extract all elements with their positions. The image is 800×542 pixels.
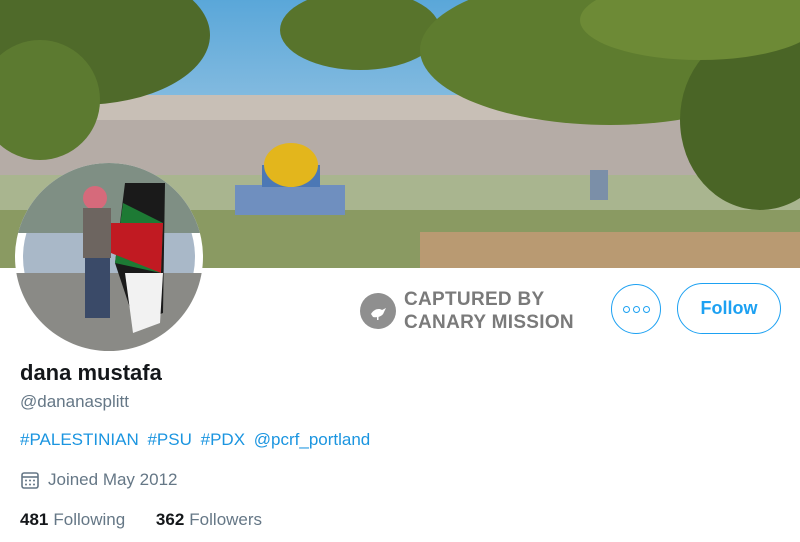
hashtag-link[interactable]: #PALESTINIAN bbox=[20, 430, 139, 449]
followers-label: Followers bbox=[189, 510, 263, 529]
canary-bird-icon bbox=[360, 293, 396, 329]
more-options-icon bbox=[622, 305, 630, 313]
hashtag-link[interactable]: #PSU bbox=[147, 430, 191, 449]
follow-button[interactable]: Follow bbox=[677, 283, 781, 334]
more-options-button[interactable] bbox=[611, 284, 661, 334]
calendar-icon bbox=[21, 472, 39, 489]
watermark-line2: CANARY MISSION bbox=[404, 312, 574, 333]
watermark-line1: CAPTURED BY bbox=[404, 289, 545, 310]
follow-stats: 481 Following 362 Followers bbox=[20, 510, 288, 530]
display-name: dana mustafa bbox=[20, 360, 162, 385]
avatar[interactable] bbox=[15, 163, 203, 351]
following-count: 481 bbox=[20, 510, 49, 529]
following-link[interactable]: 481 Following bbox=[20, 510, 125, 529]
mention-link[interactable]: @pcrf_portland bbox=[254, 430, 371, 449]
canary-mission-watermark: CAPTURED BY CANARY MISSION bbox=[360, 288, 574, 334]
hashtag-link[interactable]: #PDX bbox=[201, 430, 245, 449]
user-handle: @dananasplitt bbox=[20, 392, 129, 411]
followers-link[interactable]: 362 Followers bbox=[156, 510, 262, 529]
join-date: Joined May 2012 bbox=[20, 470, 177, 490]
following-label: Following bbox=[53, 510, 126, 529]
bio: #PALESTINIAN #PSU #PDX @pcrf_portland bbox=[20, 430, 374, 450]
joined-text: Joined May 2012 bbox=[48, 470, 178, 489]
followers-count: 362 bbox=[155, 510, 185, 529]
